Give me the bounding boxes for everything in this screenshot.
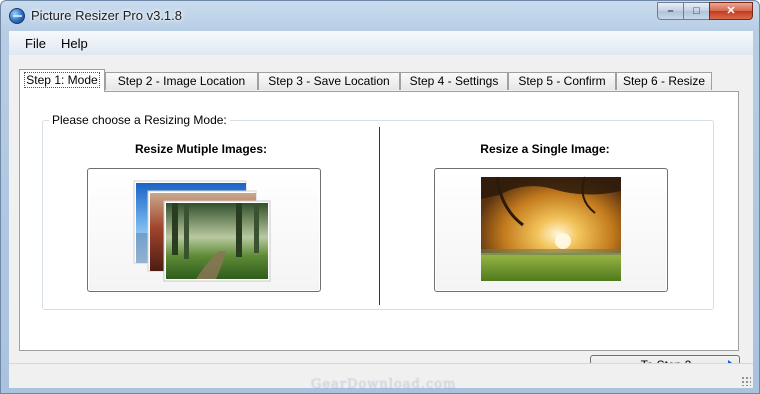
window-controls: – □ ✕ — [657, 2, 753, 21]
tab-label: Step 1: Mode — [24, 72, 100, 88]
close-icon: ✕ — [726, 5, 736, 17]
tab-label: Step 2 - Image Location — [117, 74, 246, 88]
resize-single-button[interactable] — [434, 168, 668, 292]
tab-step-6-resize[interactable]: Step 6 - Resize — [616, 72, 712, 90]
tab-label: Step 5 - Confirm — [518, 74, 606, 88]
client-area: Step 1: Mode Step 2 - Image Location Ste… — [9, 55, 753, 388]
tab-step-5-confirm[interactable]: Step 5 - Confirm — [508, 72, 616, 90]
tab-step-2-image-location[interactable]: Step 2 - Image Location — [105, 72, 258, 90]
tab-step-1-mode[interactable]: Step 1: Mode — [19, 69, 105, 92]
resize-grip-icon[interactable] — [741, 376, 751, 386]
menu-bar: File Help — [9, 31, 753, 56]
app-window: Picture Resizer Pro v3.1.8 – □ ✕ File He… — [0, 0, 760, 394]
close-button[interactable]: ✕ — [709, 2, 753, 20]
menu-help[interactable]: Help — [61, 36, 88, 51]
minimize-icon: – — [667, 5, 674, 17]
mode-divider — [379, 127, 380, 305]
tab-label: Step 4 - Settings — [409, 74, 499, 88]
group-legend: Please choose a Resizing Mode: — [49, 113, 230, 127]
title-bar[interactable]: Picture Resizer Pro v3.1.8 – □ ✕ — [1, 1, 759, 31]
window-title: Picture Resizer Pro v3.1.8 — [31, 8, 183, 23]
maximize-icon: □ — [693, 5, 700, 17]
resize-multiple-button[interactable] — [87, 168, 321, 292]
minimize-button[interactable]: – — [657, 2, 683, 20]
resizing-mode-group: Please choose a Resizing Mode: Resize Mu… — [42, 113, 714, 310]
app-globe-icon — [9, 8, 25, 24]
mode-tab-panel: Please choose a Resizing Mode: Resize Mu… — [19, 91, 740, 375]
single-image-label: Resize a Single Image: — [480, 142, 610, 156]
menu-file[interactable]: File — [25, 36, 46, 51]
tab-label: Step 6 - Resize — [622, 74, 706, 88]
multiple-images-label: Resize Mutiple Images: — [134, 142, 268, 156]
watermark-text: GearDownload.com — [311, 377, 457, 392]
tab-label: Step 3 - Save Location — [268, 74, 390, 88]
stacked-photos-icon — [133, 180, 271, 282]
single-photo-icon — [481, 176, 621, 281]
tab-step-4-settings[interactable]: Step 4 - Settings — [400, 72, 508, 90]
maximize-button[interactable]: □ — [683, 2, 709, 20]
tab-step-3-save-location[interactable]: Step 3 - Save Location — [258, 72, 400, 90]
